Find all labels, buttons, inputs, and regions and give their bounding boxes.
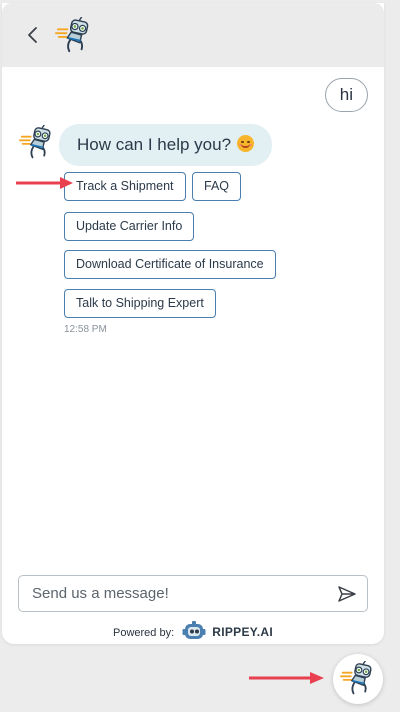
- quick-reply-update-carrier-info[interactable]: Update Carrier Info: [64, 212, 195, 241]
- chevron-left-icon: [28, 27, 37, 43]
- quick-reply-download-certificate[interactable]: Download Certificate of Insurance: [64, 250, 276, 279]
- send-icon: [338, 586, 356, 602]
- rippey-logo-icon: [182, 621, 206, 639]
- user-message-bubble: hi: [324, 78, 368, 112]
- robot-mascot-icon: [340, 661, 376, 697]
- chat-launcher-button[interactable]: [333, 654, 383, 704]
- bot-avatar-icon: [19, 125, 55, 161]
- message-composer: [18, 575, 368, 612]
- quick-reply-talk-to-expert[interactable]: Talk to Shipping Expert: [64, 289, 216, 318]
- powered-by-footer: Powered by: RIPPEY.AI: [2, 620, 384, 644]
- chat-widget: hi How can I help you? Track a Shipment …: [2, 3, 384, 644]
- back-button[interactable]: [23, 23, 45, 47]
- send-button[interactable]: [337, 585, 357, 603]
- quick-reply-track-shipment[interactable]: Track a Shipment: [64, 172, 186, 201]
- bot-message-text: How can I help you?: [77, 135, 232, 154]
- brand-name: RIPPEY.AI: [212, 625, 273, 639]
- annotation-arrow-icon: [249, 672, 324, 684]
- quick-reply-faq[interactable]: FAQ: [192, 172, 242, 201]
- message-input[interactable]: [19, 576, 319, 611]
- robot-mascot-icon: [55, 17, 93, 55]
- annotation-arrow-icon: [16, 177, 73, 189]
- smiling-face-emoji: [237, 135, 255, 152]
- message-timestamp: 12:58 PM: [64, 324, 107, 335]
- bot-message-bubble: How can I help you?: [59, 124, 273, 166]
- chat-header: [2, 3, 384, 67]
- powered-by-label: Powered by:: [112, 627, 175, 639]
